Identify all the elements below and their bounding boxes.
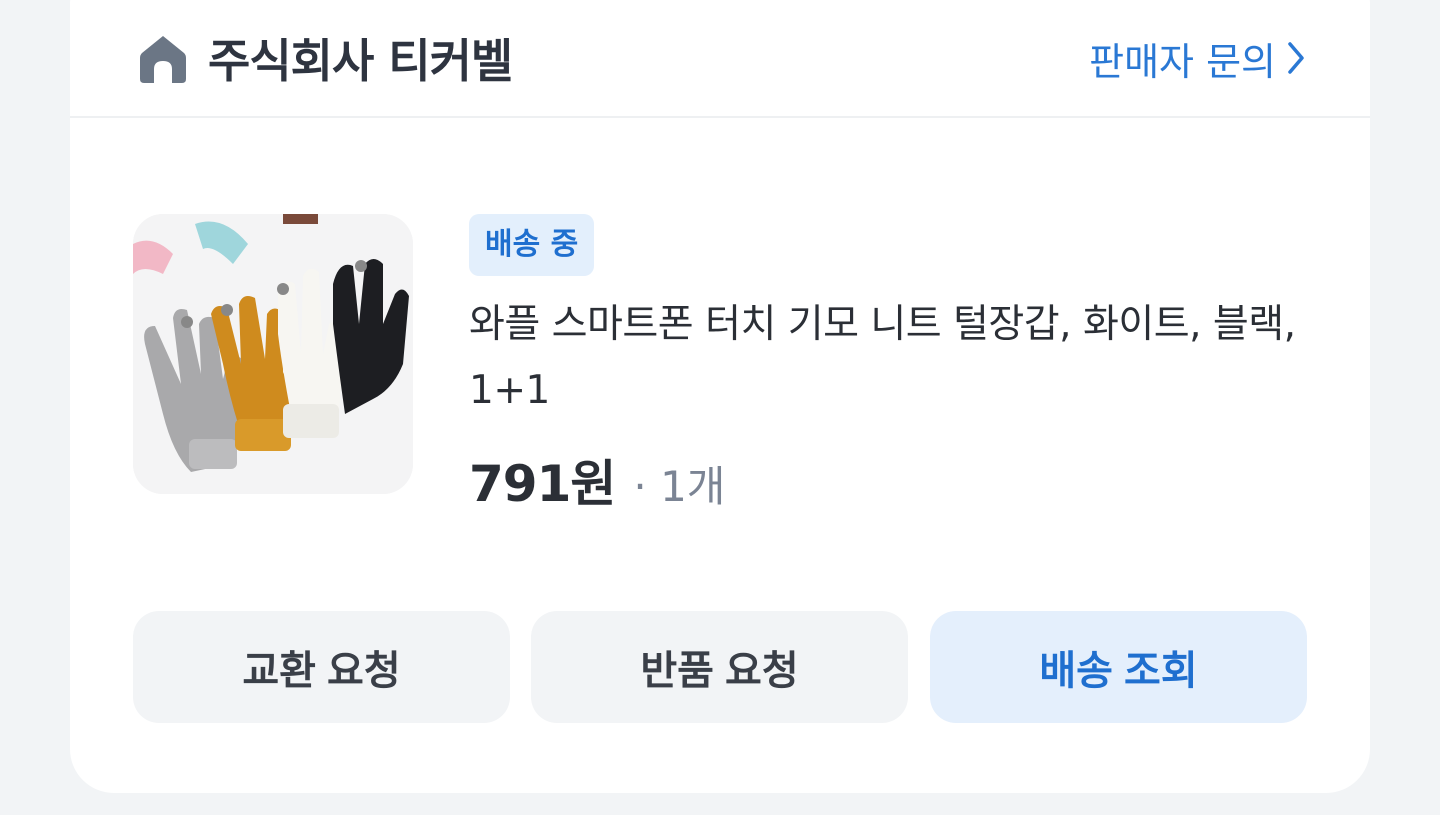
chevron-right-icon [1288,42,1304,74]
product-title[interactable]: 와플 스마트폰 터치 기모 니트 털장갑, 화이트, 블랙, 1+1 [469,292,1319,424]
order-card: 주식회사 티커벨 판매자 문의 배송 중 와플 스마트폰 터치 기모 니트 털장… [70,0,1370,793]
store-header: 주식회사 티커벨 판매자 문의 [70,0,1370,118]
product-quantity: · 1개 [633,462,726,511]
exchange-request-button[interactable]: 교환 요청 [133,611,510,723]
seller-inquiry-label: 판매자 문의 [1089,39,1276,84]
seller-inquiry-link[interactable]: 판매자 문의 [1089,0,1306,116]
product-thumbnail[interactable] [133,214,413,494]
return-request-button[interactable]: 반품 요청 [531,611,908,723]
home-icon [140,36,186,83]
product-price: 791원 [469,455,616,513]
price-row: 791원 · 1개 [469,444,725,516]
store-link[interactable]: 주식회사 티커벨 [136,0,513,116]
status-badge: 배송 중 [469,214,595,276]
track-shipment-button[interactable]: 배송 조회 [930,611,1307,723]
gloves-image [133,214,413,494]
store-name: 주식회사 티커벨 [208,34,513,88]
